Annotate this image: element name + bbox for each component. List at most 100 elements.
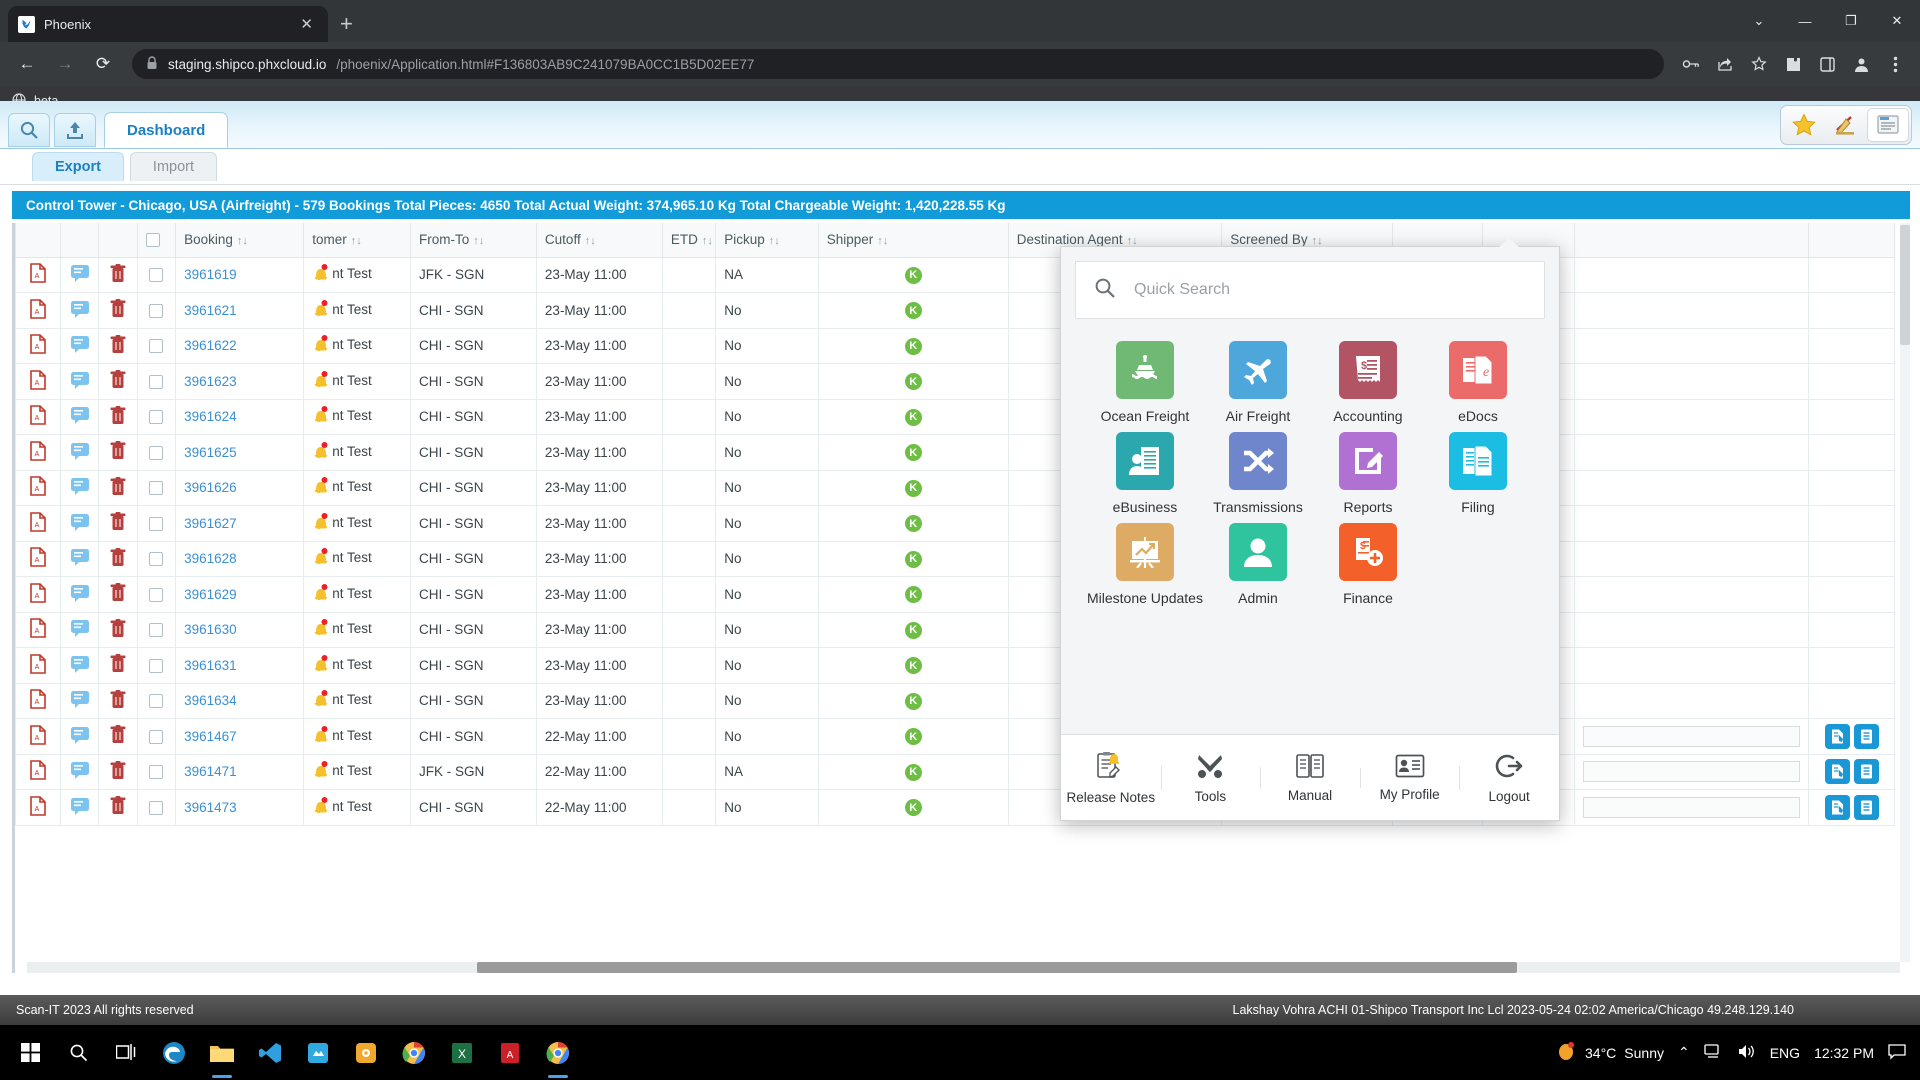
row-select-checkbox-cell[interactable] [136, 753, 177, 790]
row-checkbox[interactable] [149, 445, 164, 460]
cell-remarks[interactable] [1573, 469, 1810, 506]
row-message-icon[interactable] [59, 789, 100, 826]
row-pdf-icon[interactable]: A [15, 789, 61, 826]
row-pdf-icon[interactable]: A [15, 682, 61, 719]
row-pdf-icon[interactable]: A [15, 718, 61, 755]
row-delete-icon[interactable] [98, 611, 138, 648]
cell-booking[interactable]: 3961621 [175, 292, 305, 329]
cell-remarks[interactable] [1573, 611, 1810, 648]
th-customer[interactable]: tomer ↑↓ [303, 223, 411, 258]
select-all-checkbox[interactable] [145, 233, 160, 248]
cell-booking[interactable]: 3961628 [175, 540, 305, 577]
subtab-import[interactable]: Import [129, 152, 218, 181]
cell-row-actions[interactable] [1808, 434, 1895, 471]
cell-booking[interactable]: 3961624 [175, 398, 305, 435]
browser-tab-phoenix[interactable]: Phoenix ✕ [8, 6, 328, 42]
address-bar[interactable]: staging.shipco.phxcloud.io /phoenix/Appl… [132, 49, 1664, 79]
cell-remarks[interactable] [1573, 505, 1810, 542]
taskbar-search-icon[interactable] [54, 1025, 102, 1080]
row-select-checkbox-cell[interactable] [136, 469, 177, 506]
cell-row-actions[interactable] [1808, 327, 1895, 364]
cell-booking[interactable]: 3961630 [175, 611, 305, 648]
th-cutoff[interactable]: Cutoff ↑↓ [535, 223, 663, 258]
row-delete-icon[interactable] [98, 363, 138, 400]
share-icon[interactable] [1710, 49, 1740, 79]
cell-booking[interactable]: 3961625 [175, 434, 305, 471]
window-minimize-button[interactable]: — [1782, 0, 1828, 42]
app-tile-air-freight[interactable]: Air Freight [1203, 341, 1313, 424]
row-checkbox[interactable] [149, 658, 164, 673]
cell-row-actions[interactable] [1808, 256, 1895, 293]
row-pdf-icon[interactable]: A [15, 327, 61, 364]
apps-menu-icon[interactable] [1867, 108, 1909, 142]
cell-row-actions[interactable] [1808, 718, 1895, 755]
cell-booking[interactable]: 3961471 [175, 753, 305, 790]
taskbar-vscode-icon[interactable] [246, 1025, 294, 1080]
row-pdf-icon[interactable]: A [15, 469, 61, 506]
table-row[interactable]: A 3961634 nt Test CHI - SGN 23-May 11:00 No K [15, 682, 1895, 719]
row-pdf-icon[interactable]: A [15, 292, 61, 329]
cell-remarks[interactable] [1573, 292, 1810, 329]
extensions-icon[interactable] [1778, 49, 1808, 79]
row-pdf-icon[interactable]: A [15, 363, 61, 400]
subtab-export[interactable]: Export [32, 152, 124, 181]
row-message-icon[interactable] [59, 327, 100, 364]
row-message-icon[interactable] [59, 256, 100, 293]
row-message-icon[interactable] [59, 540, 100, 577]
taskbar-clock[interactable]: 12:32 PM [1814, 1045, 1874, 1061]
taskbar-excel-icon[interactable]: X [438, 1025, 486, 1080]
table-row[interactable]: A 3961626 nt Test CHI - SGN 23-May 11:00 No K [15, 469, 1895, 506]
cell-booking[interactable]: 3961623 [175, 363, 305, 400]
new-tab-button[interactable]: + [340, 11, 353, 37]
row-checkbox[interactable] [149, 694, 164, 709]
footer-item-my-profile[interactable]: My Profile [1359, 754, 1460, 802]
favorites-star-icon[interactable] [1783, 108, 1825, 142]
cell-remarks[interactable] [1573, 327, 1810, 364]
taskbar-pdf-icon[interactable]: A [486, 1025, 534, 1080]
profile-avatar-icon[interactable] [1846, 49, 1876, 79]
row-message-icon[interactable] [59, 682, 100, 719]
table-row[interactable]: A 3961625 nt Test CHI - SGN 23-May 11:00 No K [15, 434, 1895, 471]
cell-booking[interactable]: 3961634 [175, 682, 305, 719]
taskbar-chrome-icon[interactable] [390, 1025, 438, 1080]
row-pdf-icon[interactable]: A [15, 611, 61, 648]
row-delete-icon[interactable] [98, 469, 138, 506]
table-row[interactable]: A 3961621 nt Test CHI - SGN 23-May 11:00 No K [15, 292, 1895, 329]
app-tile-milestone-updates[interactable]: Milestone Updates [1087, 523, 1203, 606]
row-checkbox[interactable] [149, 516, 164, 531]
network-icon[interactable] [1704, 1043, 1723, 1063]
cell-remarks[interactable] [1573, 363, 1810, 400]
row-message-icon[interactable] [59, 363, 100, 400]
cell-booking[interactable]: 3961626 [175, 469, 305, 506]
row-checkbox[interactable] [149, 410, 164, 425]
row-checkbox[interactable] [149, 623, 164, 638]
app-tile-admin[interactable]: Admin [1203, 523, 1313, 606]
start-button[interactable] [6, 1025, 54, 1080]
row-select-checkbox-cell[interactable] [136, 789, 177, 826]
row-pdf-icon[interactable]: A [15, 256, 61, 293]
chrome-menu-icon[interactable] [1880, 49, 1910, 79]
cell-booking[interactable]: 3961622 [175, 327, 305, 364]
footer-item-manual[interactable]: Manual [1260, 753, 1360, 803]
row-pdf-icon[interactable]: A [15, 540, 61, 577]
row-select-checkbox-cell[interactable] [136, 647, 177, 684]
row-checkbox[interactable] [149, 729, 164, 744]
app-tile-ebusiness[interactable]: eBusiness [1087, 432, 1203, 515]
task-view-icon[interactable] [102, 1025, 150, 1080]
row-select-checkbox-cell[interactable] [136, 398, 177, 435]
window-maximize-button[interactable]: ❐ [1828, 0, 1874, 42]
app-tile-transmissions[interactable]: Transmissions [1203, 432, 1313, 515]
row-select-checkbox-cell[interactable] [136, 611, 177, 648]
row-checkbox[interactable] [149, 339, 164, 354]
cell-remarks[interactable] [1573, 434, 1810, 471]
row-checkbox[interactable] [149, 303, 164, 318]
row-pdf-icon[interactable]: A [15, 505, 61, 542]
cell-row-actions[interactable] [1808, 682, 1895, 719]
row-select-checkbox-cell[interactable] [136, 576, 177, 613]
row-pdf-icon[interactable]: A [15, 647, 61, 684]
cell-booking[interactable]: 3961629 [175, 576, 305, 613]
row-select-checkbox-cell[interactable] [136, 327, 177, 364]
cell-booking[interactable]: 3961619 [175, 256, 305, 293]
row-checkbox[interactable] [149, 268, 164, 283]
app-tile-accounting[interactable]: $ Accounting [1313, 341, 1423, 424]
